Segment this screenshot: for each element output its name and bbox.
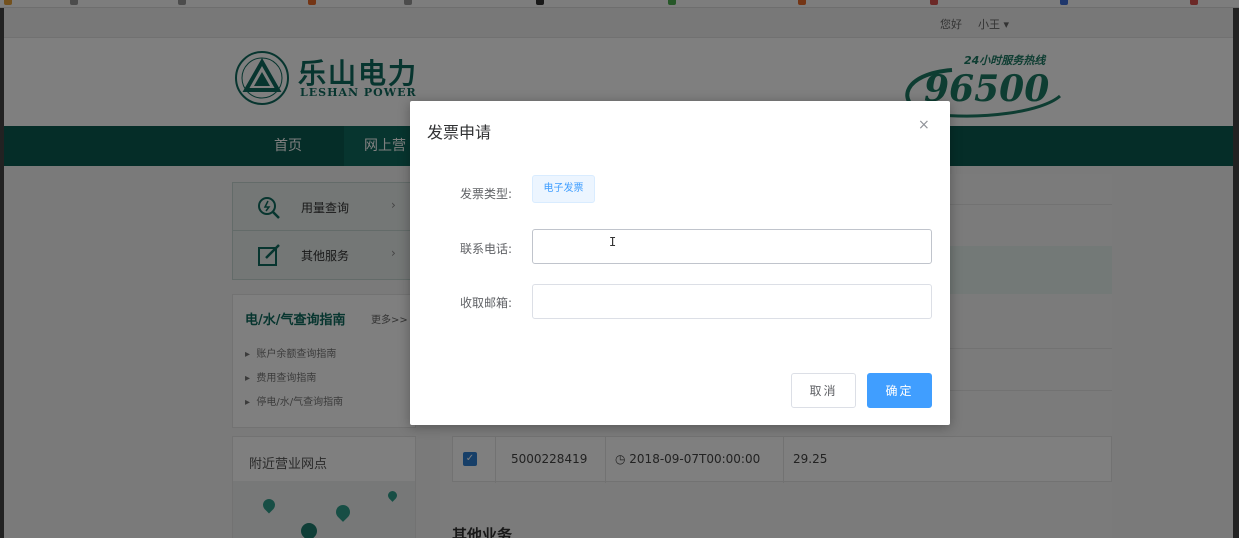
text-cursor-icon: I [609,235,617,249]
invoice-type-tag[interactable]: 电子发票 [532,175,595,203]
phone-input[interactable] [532,229,932,264]
window-edge [0,8,4,538]
confirm-button[interactable]: 确定 [867,373,932,408]
close-icon[interactable]: × [918,117,930,133]
invoice-dialog: 发票申请 × 发票类型: 电子发票 联系电话: I 收取邮箱: 取消 确定 [410,101,950,425]
email-input[interactable] [532,284,932,319]
phone-label: 联系电话: [460,242,513,256]
window-edge [1233,8,1239,538]
email-label: 收取邮箱: [460,296,513,310]
cancel-button[interactable]: 取消 [791,373,856,408]
invoice-type-label: 发票类型: [460,187,513,201]
dialog-title: 发票申请 [427,123,492,142]
